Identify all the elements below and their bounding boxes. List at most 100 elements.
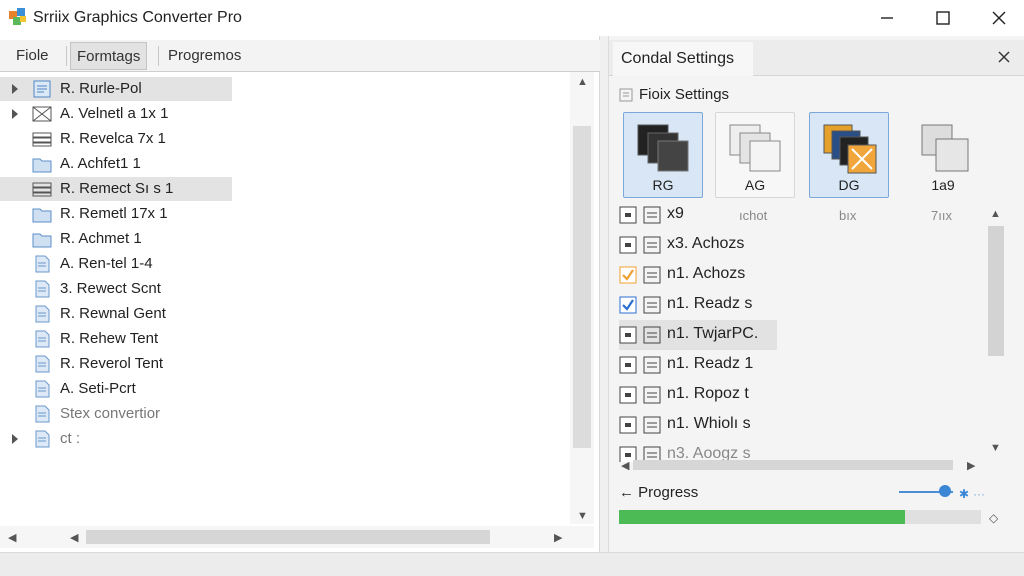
tree-item-label: A. Velnetl a 1x 1 xyxy=(60,105,169,122)
minimize-icon xyxy=(881,17,893,19)
scroll-down-icon[interactable]: ▼ xyxy=(990,442,1001,454)
option-row[interactable]: n1. TwjarPC. xyxy=(619,320,777,350)
checkbox-icon[interactable] xyxy=(619,416,637,434)
tree-item[interactable]: R. Achmet 1 xyxy=(0,227,232,251)
option-row[interactable]: n1. Readz s xyxy=(619,290,979,320)
expand-icon[interactable]: ◇ xyxy=(989,511,998,525)
checkbox-checked-icon[interactable] xyxy=(619,266,637,284)
back-arrow-icon[interactable]: ← xyxy=(619,484,634,501)
maximize-button[interactable] xyxy=(918,0,968,36)
scroll-left-icon[interactable]: ◀ xyxy=(70,531,78,544)
tree-item[interactable]: R. Rurle-Pol xyxy=(0,77,232,101)
format-card-1a9[interactable]: 1a9 xyxy=(903,112,983,198)
tree-item[interactable]: Stex convertior xyxy=(0,402,232,426)
folder-icon xyxy=(32,208,52,223)
tab-progress[interactable]: Progremos xyxy=(162,42,247,70)
color-pages-icon xyxy=(823,124,877,174)
format-card-rg[interactable]: RG xyxy=(623,112,703,198)
checkbox-icon[interactable] xyxy=(619,356,637,374)
options-hscroll-thumb[interactable] xyxy=(633,460,953,470)
file-icon xyxy=(35,330,50,348)
format-label: AG xyxy=(744,177,766,193)
tab-bar: Fiole Formtags Progremos xyxy=(0,40,600,72)
expand-arrow-icon[interactable] xyxy=(11,433,19,445)
scroll-up-icon[interactable]: ▲ xyxy=(990,208,1001,220)
file-icon xyxy=(35,430,50,448)
format-card-dg[interactable]: DG xyxy=(809,112,889,198)
image-icon xyxy=(32,106,52,122)
close-button[interactable] xyxy=(974,0,1024,36)
tree-item[interactable]: A. Ren-tel 1-4 xyxy=(0,252,232,276)
option-row[interactable]: x9 xyxy=(619,200,979,230)
minimize-button[interactable] xyxy=(862,0,912,36)
file-icon xyxy=(35,405,50,423)
tree-item-label: R. Remetl 17x 1 xyxy=(60,205,168,222)
tree-item[interactable]: A. Achfet1 1 xyxy=(0,152,232,176)
tree-item[interactable]: A. Seti-Pcrt xyxy=(0,377,232,401)
tree-item-label: R. Rehew Tent xyxy=(60,330,159,347)
option-row[interactable]: n1. Achozs xyxy=(619,260,979,290)
stack-icon xyxy=(32,132,52,147)
option-label: n1. Ropoz t xyxy=(667,385,749,402)
gray-pages-icon xyxy=(921,124,969,172)
app-logo-icon xyxy=(9,8,26,25)
file-icon xyxy=(35,280,50,298)
tree-item[interactable]: R. Remetl 17x 1 xyxy=(0,202,232,226)
tab-divider xyxy=(158,46,159,66)
panel-close-icon[interactable] xyxy=(997,50,1011,64)
checkbox-icon[interactable] xyxy=(619,326,637,344)
format-card-ag[interactable]: AG xyxy=(715,112,795,198)
expand-arrow-icon[interactable] xyxy=(11,108,19,120)
tab-formats[interactable]: Formtags xyxy=(70,42,148,70)
checkbox-icon[interactable] xyxy=(619,386,637,404)
checkbox-icon[interactable] xyxy=(619,236,637,254)
checkbox-icon[interactable] xyxy=(619,206,637,224)
file-icon xyxy=(35,355,50,373)
status-bar xyxy=(0,552,1024,576)
tree-item[interactable]: R. Remect Sı s 1 xyxy=(0,177,232,201)
tree-item-label: 3. Rewect Scnt xyxy=(60,280,161,297)
tree-item[interactable]: R. Revelca 7x 1 xyxy=(0,127,232,151)
sparkle-icon: ✱ xyxy=(959,487,970,501)
tree-item[interactable]: 3. Rewect Scnt xyxy=(0,277,232,301)
option-row[interactable]: n3. Aoogz s xyxy=(619,440,979,462)
tab-divider xyxy=(66,46,67,66)
settings-icon xyxy=(643,206,661,224)
tree-item[interactable]: R. Rehew Tent xyxy=(0,327,232,351)
tree-item[interactable]: R. Reverol Tent xyxy=(0,352,232,376)
option-label: n1. Achozs xyxy=(667,265,746,282)
more-icon[interactable]: ··· xyxy=(973,487,985,501)
tree-item[interactable]: A. Velnetl a 1x 1 xyxy=(0,102,232,126)
tree-item[interactable]: ct : xyxy=(0,427,232,451)
format-label: 1a9 xyxy=(931,177,955,193)
expand-arrow-icon[interactable] xyxy=(11,83,19,95)
file-icon xyxy=(35,305,50,323)
tree-item[interactable]: R. Rewnal Gent xyxy=(0,302,232,326)
progress-label-text: Progress xyxy=(638,484,699,501)
tree-hscroll-thumb[interactable] xyxy=(86,530,490,544)
scroll-up-icon[interactable]: ▲ xyxy=(577,76,588,88)
scroll-down-icon[interactable]: ▼ xyxy=(577,510,588,522)
option-label: n1. Readz s xyxy=(667,295,753,312)
option-row[interactable]: n1. Ropoz t xyxy=(619,380,979,410)
tree-scroll-thumb[interactable] xyxy=(573,126,591,448)
options-scroll-thumb[interactable] xyxy=(988,226,1004,356)
settings-panel-tab[interactable]: Condal Settings xyxy=(613,42,753,76)
tree-item-label: ct : xyxy=(60,430,81,447)
option-row[interactable]: x3. Achozs xyxy=(619,230,979,260)
list-icon xyxy=(643,296,661,314)
tree-item-label: R. Achmet 1 xyxy=(60,230,142,247)
scroll-right-icon[interactable]: ▶ xyxy=(554,531,562,544)
scroll-left-icon[interactable]: ◀ xyxy=(8,531,16,544)
close-icon xyxy=(992,11,1006,25)
scroll-left-icon[interactable]: ◀ xyxy=(621,459,629,472)
tree-item-label: R. Rewnal Gent xyxy=(60,305,166,322)
tab-file[interactable]: Fiole xyxy=(10,42,55,70)
file-icon xyxy=(35,255,50,273)
checkbox-checked-icon[interactable] xyxy=(619,296,637,314)
tree-item-label: R. Revelca 7x 1 xyxy=(60,130,166,147)
progress-slider-knob[interactable] xyxy=(939,485,951,497)
scroll-right-icon[interactable]: ▶ xyxy=(967,459,975,472)
option-row[interactable]: n1. Whiolı s xyxy=(619,410,979,440)
option-row[interactable]: n1. Readz 1 xyxy=(619,350,979,380)
